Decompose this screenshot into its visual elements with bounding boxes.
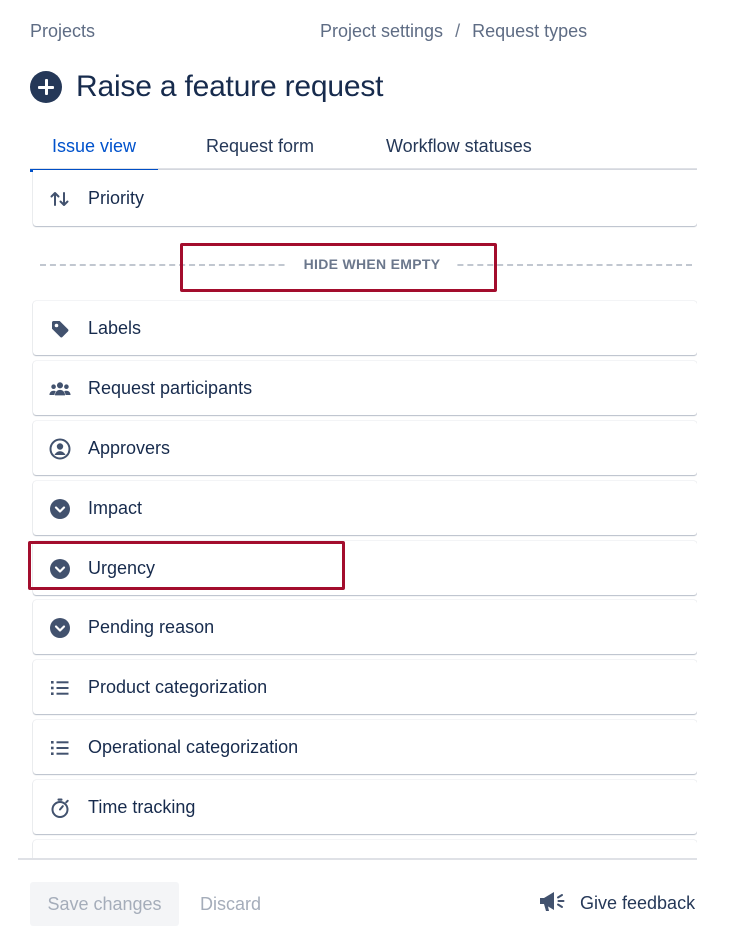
- field-card-time-tracking[interactable]: Time tracking: [33, 780, 697, 834]
- field-label: Priority: [88, 188, 145, 208]
- tab-issue-view[interactable]: Issue view: [29, 136, 159, 172]
- right-edge-mask: [697, 0, 732, 940]
- tab-workflow-statuses[interactable]: Workflow statuses: [386, 136, 532, 170]
- chevron-circle-icon: [49, 498, 71, 520]
- field-card-approvers[interactable]: Approvers: [33, 421, 697, 475]
- megaphone-icon: [538, 888, 568, 919]
- breadcrumb-project-settings[interactable]: Project settings: [320, 21, 443, 42]
- add-circle-icon: [30, 71, 62, 103]
- field-label: Urgency: [88, 558, 156, 578]
- field-card-request-participants[interactable]: Request participants: [33, 361, 697, 415]
- field-card-urgency[interactable]: Urgency: [33, 541, 697, 595]
- field-card-labels[interactable]: Labels: [33, 301, 697, 355]
- tag-icon: [49, 318, 71, 340]
- chevron-circle-icon: [49, 558, 71, 580]
- list-icon: [49, 677, 71, 699]
- field-label: Request participants: [88, 378, 253, 398]
- field-label: Approvers: [88, 438, 171, 458]
- tab-bar: Issue view Request form Workflow statuse…: [29, 132, 698, 172]
- priority-sort-icon: [49, 188, 71, 210]
- field-label: Operational categorization: [88, 737, 299, 757]
- discard-button[interactable]: Discard: [190, 882, 271, 926]
- page-title: Raise a feature request: [76, 70, 384, 103]
- footer-divider: [18, 858, 698, 860]
- save-changes-button[interactable]: Save changes: [30, 882, 179, 926]
- field-card-operational-categorization[interactable]: Operational categorization: [33, 720, 697, 774]
- breadcrumb-separator: /: [455, 21, 461, 41]
- field-label: Labels: [88, 318, 142, 338]
- field-card-partial: [33, 840, 697, 858]
- hide-when-empty-label: HIDE WHEN EMPTY: [288, 256, 456, 272]
- tab-request-form[interactable]: Request form: [206, 136, 314, 170]
- field-label: Product categorization: [88, 677, 268, 697]
- person-circle-icon: [49, 438, 71, 460]
- breadcrumb-request-types[interactable]: Request types: [472, 21, 587, 42]
- field-card-pending-reason[interactable]: Pending reason: [33, 600, 697, 654]
- list-icon: [49, 737, 71, 759]
- people-group-icon: [49, 378, 71, 400]
- field-card-priority[interactable]: Priority: [33, 170, 697, 226]
- stopwatch-icon: [49, 797, 71, 819]
- field-label: Impact: [88, 498, 143, 518]
- field-label: Pending reason: [88, 617, 215, 637]
- breadcrumb: Project settings / Request types: [320, 21, 587, 42]
- give-feedback-label: Give feedback: [580, 893, 696, 913]
- chevron-circle-icon: [49, 617, 71, 639]
- page-header: Raise a feature request: [30, 70, 383, 104]
- give-feedback-button[interactable]: Give feedback: [538, 888, 695, 919]
- field-card-product-categorization[interactable]: Product categorization: [33, 660, 697, 714]
- field-label: Time tracking: [88, 797, 196, 817]
- field-card-impact[interactable]: Impact: [33, 481, 697, 535]
- breadcrumb-projects[interactable]: Projects: [30, 21, 95, 42]
